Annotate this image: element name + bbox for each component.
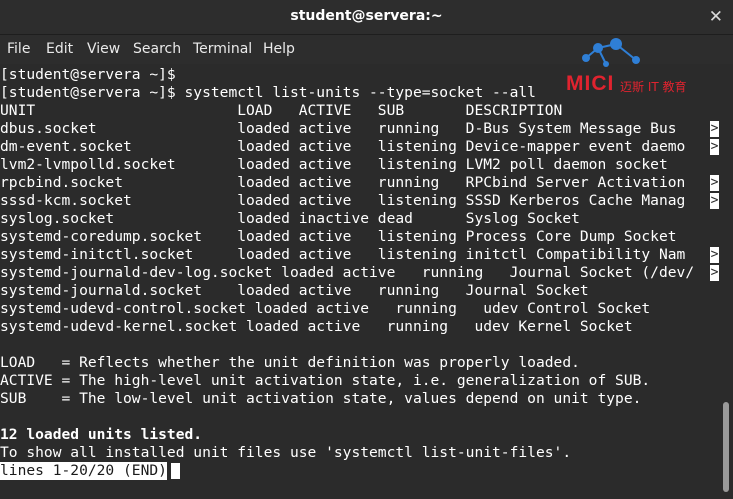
terminal-line: systemd-coredump.socket loaded active li… <box>0 228 677 245</box>
menu-terminal[interactable]: Terminal <box>193 41 252 57</box>
terminal-line: SUB = The low-level unit activation stat… <box>0 390 642 407</box>
terminal-line: 12 loaded units listed. <box>0 426 203 443</box>
truncation-marker: > <box>710 265 719 281</box>
logo-tagline: 迈斯 IT 教育 <box>620 80 687 94</box>
terminal-output[interactable]: [student@servera ~]$ [student@servera ~]… <box>0 65 719 499</box>
terminal-line: systemd-journald.socket loaded active ru… <box>0 282 589 299</box>
terminal-line: systemd-udevd-control.socket loaded acti… <box>0 300 651 317</box>
close-icon[interactable]: ✕ <box>709 7 723 27</box>
terminal-line: syslog.socket loaded inactive dead Syslo… <box>0 210 580 227</box>
terminal-line: LOAD = Reflects whether the unit definit… <box>0 354 580 371</box>
logo-brand: MICI <box>566 72 615 95</box>
terminal-scrollbar[interactable] <box>722 65 730 499</box>
terminal-line: [student@servera ~]$ <box>0 66 176 83</box>
menu-view[interactable]: View <box>87 41 120 57</box>
truncation-marker: > <box>710 121 719 137</box>
terminal-line: dbus.socket loaded active running D-Bus … <box>0 120 677 137</box>
mici-logo: MICI 迈斯 IT 教育 <box>562 38 730 95</box>
menu-file[interactable]: File <box>7 41 30 57</box>
terminal-line: systemd-initctl.socket loaded active lis… <box>0 246 686 263</box>
truncation-marker: > <box>710 139 719 155</box>
text-cursor <box>171 463 180 479</box>
terminal-line: systemd-journald-dev-log.socket loaded a… <box>0 264 695 281</box>
terminal-line: rpcbind.socket loaded active running RPC… <box>0 174 686 191</box>
terminal-line: systemd-udevd-kernel.socket loaded activ… <box>0 318 633 335</box>
terminal-line: [student@servera ~]$ systemctl list-unit… <box>0 84 536 101</box>
scrollbar-thumb[interactable] <box>723 402 729 492</box>
terminal-line: lvm2-lvmpolld.socket loaded active liste… <box>0 156 668 173</box>
truncation-marker: > <box>710 175 719 191</box>
window-title: student@servera:~ <box>290 8 443 24</box>
terminal-line: ACTIVE = The high-level unit activation … <box>0 372 651 389</box>
logo-network-icon <box>582 38 640 67</box>
pager-status: lines 1-20/20 (END) <box>0 462 167 480</box>
truncation-marker: > <box>710 193 719 209</box>
menu-edit[interactable]: Edit <box>46 41 73 57</box>
terminal-line: UNIT LOAD ACTIVE SUB DESCRIPTION <box>0 102 563 119</box>
terminal-line: To show all installed unit files use 'sy… <box>0 444 572 461</box>
terminal-line: sssd-kcm.socket loaded active listening … <box>0 192 686 209</box>
window-titlebar[interactable]: student@servera:~ ✕ <box>0 0 733 35</box>
truncation-marker: > <box>710 247 719 263</box>
terminal-line: dm-event.socket loaded active listening … <box>0 138 686 155</box>
menu-help[interactable]: Help <box>263 41 295 57</box>
menu-search[interactable]: Search <box>133 41 181 57</box>
